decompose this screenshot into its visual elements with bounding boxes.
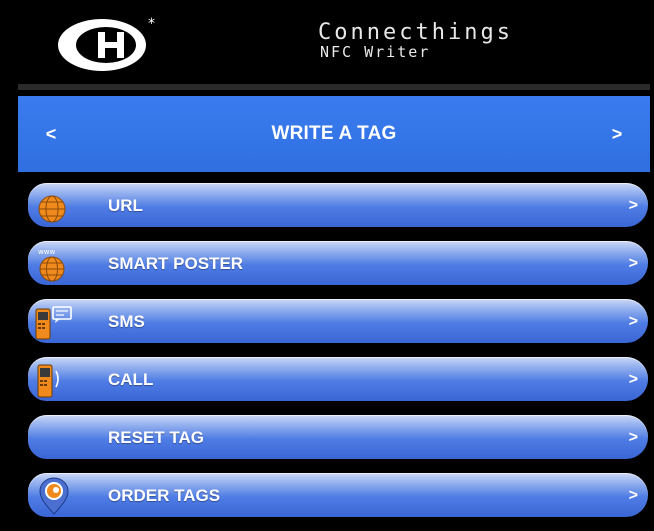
prev-button[interactable]: < (18, 124, 84, 145)
menu-item-label: RESET TAG (108, 428, 205, 447)
chevron-right-icon: > (628, 371, 638, 388)
menu-item-label: CALL (108, 370, 154, 389)
brand-subtitle: NFC Writer (320, 43, 431, 61)
menu-item-label: ORDER TAGS (108, 486, 221, 505)
menu-item-url[interactable]: URL > (28, 183, 648, 227)
svg-text:*: * (148, 16, 155, 32)
brand-name: Connecthings (318, 20, 513, 45)
menu-item-call[interactable]: CALL > (28, 357, 648, 401)
www-globe-icon: www (38, 248, 65, 282)
next-button[interactable]: > (584, 124, 650, 145)
phone-call-icon (37, 364, 59, 398)
chevron-right-icon: > (628, 313, 638, 330)
location-pin-icon (39, 477, 69, 515)
connecthings-logo: * (58, 16, 155, 71)
app-header: * Connecthings NFC Writer (18, 0, 650, 80)
chevron-right-icon: > (628, 255, 638, 272)
page-title: WRITE A TAG (271, 123, 397, 144)
menu-item-label: SMS (108, 312, 145, 331)
app-screen: * Connecthings NFC Writer < WRITE A TAG … (18, 0, 650, 530)
tag-type-menu: URL > www SMART POSTER > SMS > CALL > RE… (28, 183, 648, 531)
globe-icon (38, 195, 66, 223)
brand-text: Connecthings NFC Writer (318, 20, 513, 61)
header-divider (18, 84, 650, 90)
menu-item-label: SMART POSTER (108, 254, 244, 273)
chevron-right-icon: > (628, 197, 638, 214)
menu-item-order-tags[interactable]: ORDER TAGS > (28, 473, 648, 517)
menu-item-smart-poster[interactable]: www SMART POSTER > (28, 241, 648, 285)
phone-message-icon (35, 306, 72, 340)
title-bar: < WRITE A TAG > (18, 96, 650, 172)
svg-text:www: www (38, 248, 55, 256)
menu-item-sms[interactable]: SMS > (28, 299, 648, 343)
menu-item-label: URL (108, 196, 143, 215)
chevron-right-icon: > (628, 429, 638, 446)
menu-item-reset-tag[interactable]: RESET TAG > (28, 415, 648, 459)
chevron-right-icon: > (628, 487, 638, 504)
